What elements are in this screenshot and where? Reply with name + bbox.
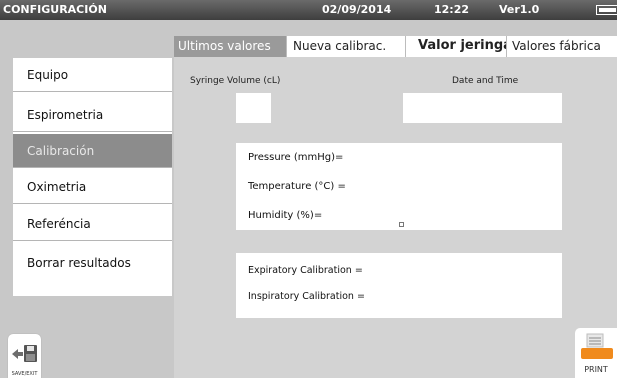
date-time-field[interactable] xyxy=(403,93,562,123)
tab-valores-fabrica[interactable]: Valores fábrica xyxy=(507,36,617,57)
inspiratory-calibration: Inspiratory Calibration = xyxy=(248,291,365,302)
time-display: 12:22 xyxy=(434,3,470,16)
sidebar-item-equipo[interactable]: Equipo xyxy=(13,58,172,92)
syringe-volume-label: Syringe Volume (cL) xyxy=(190,76,281,86)
tab-ultimos-valores[interactable]: Ultimos valores xyxy=(174,36,287,57)
title-bar: CONFIGURACIÓN 02/09/2014 12:22 Ver1.0 xyxy=(0,0,617,20)
sidebar-item-calibracion[interactable]: Calibración xyxy=(13,134,172,168)
printer-icon xyxy=(581,333,613,359)
syringe-volume-field[interactable] xyxy=(236,93,271,123)
save-exit-button[interactable]: SAVE/EXIT xyxy=(8,334,41,378)
print-label: PRINT xyxy=(584,365,608,374)
save-exit-label: SAVE/EXIT xyxy=(11,371,38,377)
humidity-reading: Humidity (%)= xyxy=(248,210,323,221)
sidebar-item-referencia[interactable]: Referéncia xyxy=(13,207,172,241)
temperature-reading: Temperature (°C) = xyxy=(248,181,346,192)
sidebar-item-label: Borrar resultados xyxy=(27,256,131,270)
sidebar-item-label: Equipo xyxy=(27,68,69,82)
sidebar-item-oximetria[interactable]: Oximetria xyxy=(13,170,172,204)
sidebar-item-borrar-resultados[interactable]: Borrar resultados xyxy=(13,246,172,280)
expiratory-calibration: Expiratory Calibration = xyxy=(248,265,363,276)
sidebar-item-espirometria[interactable]: Espirometria xyxy=(13,98,172,132)
battery-icon xyxy=(596,5,617,15)
tab-valor-jeringa[interactable]: Valor jeringa xyxy=(406,36,507,57)
calibration-results-panel xyxy=(236,253,562,318)
date-display: 02/09/2014 xyxy=(322,3,392,16)
date-time-label: Date and Time xyxy=(452,76,519,86)
tab-nueva-calibracion[interactable]: Nueva calibrac. xyxy=(287,36,406,57)
version-display: Ver1.0 xyxy=(499,3,540,16)
window-title: CONFIGURACIÓN xyxy=(3,3,107,16)
sidebar-item-label: Calibración xyxy=(27,144,95,158)
cursor-marker xyxy=(399,222,404,227)
pressure-reading: Pressure (mmHg)= xyxy=(248,152,344,163)
print-button[interactable]: PRINT xyxy=(575,328,617,378)
floppy-disk-icon xyxy=(12,345,37,362)
sidebar-item-label: Oximetria xyxy=(27,180,87,194)
sidebar-item-label: Espirometria xyxy=(27,108,104,122)
sidebar-item-label: Referéncia xyxy=(27,217,91,231)
